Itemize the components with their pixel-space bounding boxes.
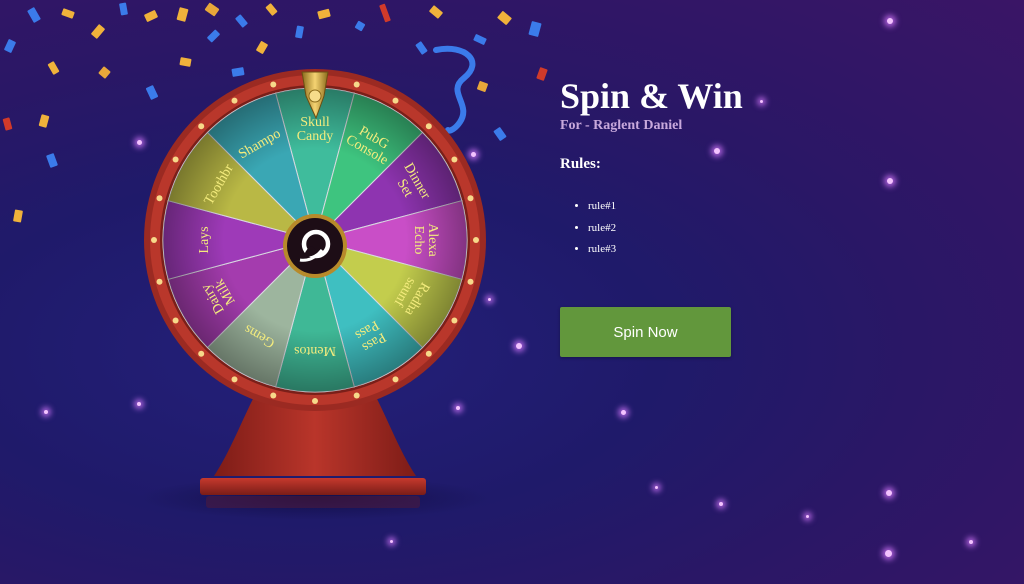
rim-bulb (312, 398, 318, 404)
rim-bulb (473, 237, 479, 243)
wheel-base-reflection (206, 496, 420, 508)
rim-bulb (172, 317, 179, 324)
wheel-segment-label: Skull Candy (297, 115, 334, 144)
rules-heading: Rules: (560, 156, 601, 172)
rule-item: rule#1 (588, 200, 820, 222)
rule-item: rule#3 (588, 243, 820, 265)
rim-bulb (151, 237, 157, 243)
rim-bulb (392, 97, 399, 104)
rim-bulb (231, 97, 238, 104)
prize-wheel-stage: Skull Candy PubGConsoleDinnerSetAlexaEchoR… (140, 69, 490, 520)
wheel-segment-label: Lays (197, 226, 212, 253)
hub (287, 218, 343, 274)
spin-now-button[interactable]: Spin Now (560, 307, 731, 357)
rim-bulb (425, 350, 432, 357)
rim-bulb (198, 350, 205, 357)
rim-bulb (156, 278, 163, 285)
rim-bulb (270, 81, 277, 88)
rule-item: rule#2 (588, 222, 820, 244)
rim-bulb (231, 376, 238, 383)
rim-bulb (451, 156, 458, 163)
wheel-base (200, 478, 426, 495)
wheel-segment-label: Mentos (294, 343, 336, 358)
page-title: Spin & Win (560, 76, 743, 116)
rim-bulb (172, 156, 179, 163)
rim-bulb (353, 81, 360, 88)
rim-bulb (467, 195, 474, 202)
rim-bulb (467, 278, 474, 285)
rim-bulb (392, 376, 399, 383)
rules-list: rule#1 rule#2 rule#3 (560, 200, 820, 265)
rim-bulb (156, 195, 163, 202)
rim-bulb (353, 392, 360, 399)
rim-bulb (425, 123, 432, 130)
rim-bulb (198, 123, 205, 130)
wheel-segment-label: AlexaEcho (411, 223, 440, 257)
page-subtitle: For - Raglent Daniel (560, 118, 683, 133)
rim-bulb (270, 392, 277, 399)
info-panel: Spin & Win For - Raglent Daniel Rules: r… (560, 74, 820, 265)
rim-bulb (451, 317, 458, 324)
